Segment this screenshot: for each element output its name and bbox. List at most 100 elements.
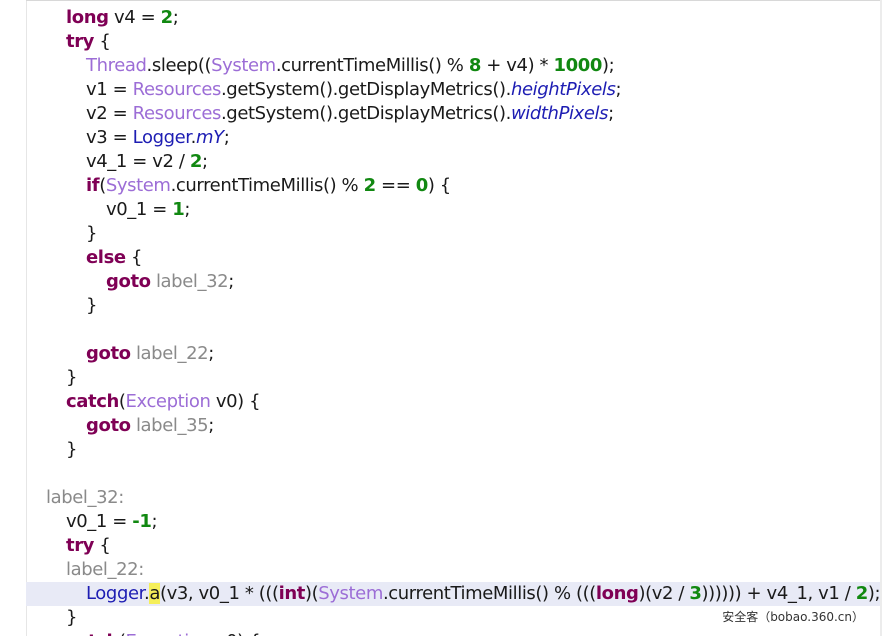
code-token: Logger — [132, 127, 191, 148]
code-token: 2 — [363, 175, 377, 196]
code-token: v4 = — [108, 7, 161, 28]
code-token: ; — [208, 343, 214, 364]
code-token: goto — [86, 415, 131, 436]
code-line[interactable]: try { — [66, 534, 111, 558]
code-token: v0) { — [211, 631, 261, 636]
code-line[interactable]: else { — [86, 246, 142, 270]
code-token: ; — [151, 511, 158, 532]
code-token: v0_1 = — [106, 199, 173, 220]
code-line[interactable]: } — [66, 366, 77, 390]
code-token: ; — [228, 271, 234, 292]
code-token: 1 — [172, 199, 185, 220]
editor-gutter[interactable] — [0, 0, 27, 636]
code-token: Exception — [125, 391, 211, 412]
code-token: )( — [305, 583, 319, 604]
code-token: 1000 — [553, 55, 602, 76]
code-token: v3 = — [86, 127, 133, 148]
watermark: 安全客（bobao.360.cn） — [718, 607, 868, 626]
code-token: long — [66, 7, 109, 28]
code-line[interactable]: long v4 = 2; — [66, 6, 179, 30]
code-token: + v4) * — [480, 55, 554, 76]
code-line[interactable]: goto label_35; — [86, 414, 214, 438]
code-token: ( — [118, 391, 126, 412]
code-token: Resources — [132, 79, 222, 100]
code-line[interactable]: v2 = Resources.getSystem().getDisplayMet… — [86, 102, 614, 126]
code-token: ) { — [427, 175, 451, 196]
code-line[interactable]: v0_1 = -1; — [66, 510, 158, 534]
code-token: goto — [106, 271, 151, 292]
code-token: ; — [172, 7, 179, 28]
code-token: 3 — [689, 583, 702, 604]
code-token: .getSystem().getDisplayMetrics(). — [220, 103, 511, 124]
code-line[interactable]: Logger.a(v3, v0_1 * (((int)(System.curre… — [86, 582, 881, 606]
code-token: heightPixels — [510, 79, 616, 100]
code-line[interactable]: catch(Exception v0) { — [66, 630, 261, 636]
code-token: v0) { — [210, 391, 261, 412]
code-token: ; — [202, 151, 208, 172]
code-token: widthPixels — [510, 103, 609, 124]
code-line[interactable]: } — [66, 438, 77, 462]
code-token: 2 — [855, 583, 869, 604]
code-token: catch — [66, 391, 119, 412]
code-token: .currentTimeMillis() % — [170, 175, 364, 196]
code-token: try — [66, 31, 95, 52]
code-token: { — [94, 31, 111, 52]
code-token: Logger — [86, 583, 144, 604]
code-token: System — [318, 583, 383, 604]
code-token: )))))) + v4_1, v1 / — [701, 583, 856, 604]
code-line[interactable]: Thread.sleep((System.currentTimeMillis()… — [86, 54, 615, 78]
code-token: System — [105, 175, 171, 196]
code-editor[interactable]: long v4 = 2; try {Thread.sleep((System.cu… — [0, 0, 882, 636]
code-line[interactable]: goto label_22; — [86, 342, 214, 366]
code-line[interactable]: v3 = Logger.mY; — [86, 126, 230, 150]
code-token: } — [66, 367, 78, 388]
code-token: int — [278, 583, 306, 604]
code-token: == — [375, 175, 416, 196]
code-line[interactable]: } — [86, 222, 97, 246]
code-token: v2 = — [86, 103, 133, 124]
code-line[interactable]: v4_1 = v2 / 2; — [86, 150, 208, 174]
code-token: .currentTimeMillis() % — [275, 55, 469, 76]
code-token: System — [211, 55, 276, 76]
code-token: )(v2 / — [638, 583, 690, 604]
code-token: .getSystem().getDisplayMetrics(). — [220, 79, 511, 100]
code-token: ( — [99, 175, 106, 196]
code-line[interactable]: goto label_32; — [106, 270, 234, 294]
code-token: goto — [86, 343, 131, 364]
code-line[interactable]: v0_1 = 1; — [106, 198, 190, 222]
code-token: label_22: — [66, 559, 144, 580]
code-token: v1 = — [86, 79, 133, 100]
code-token: ( — [119, 631, 126, 636]
code-token: Exception — [126, 631, 211, 636]
code-token: { — [125, 247, 143, 268]
code-token: { — [94, 535, 111, 556]
code-token: ; — [608, 103, 614, 124]
code-token: ; — [184, 199, 191, 220]
code-token: ); — [601, 55, 615, 76]
code-token: 0 — [415, 175, 429, 196]
code-token: -1 — [132, 511, 152, 532]
code-token: catch — [66, 631, 119, 636]
code-token: ; — [223, 127, 230, 148]
code-token: 8 — [468, 55, 482, 76]
code-token: label_32 — [155, 271, 229, 292]
code-token: ; — [208, 415, 214, 436]
code-line[interactable]: if(System.currentTimeMillis() % 2 == 0) … — [86, 174, 451, 198]
code-token: 2 — [189, 151, 203, 172]
code-token: } — [66, 439, 78, 460]
code-line[interactable]: label_22: — [66, 558, 144, 582]
code-line[interactable]: } — [86, 294, 97, 318]
code-token: v4_1 = v2 / — [86, 151, 190, 172]
code-line[interactable]: catch(Exception v0) { — [66, 390, 261, 414]
code-line[interactable]: label_32: — [46, 486, 124, 510]
code-token: mY — [195, 127, 224, 148]
code-token: label_32: — [46, 487, 124, 508]
code-line[interactable]: v1 = Resources.getSystem().getDisplayMet… — [86, 78, 622, 102]
editor-top-border — [26, 0, 882, 1]
code-line[interactable]: try { — [66, 30, 111, 54]
code-token: if — [86, 175, 100, 196]
code-token: (v3, v0_1 * ((( — [159, 583, 279, 604]
code-token: label_22 — [135, 343, 209, 364]
code-line[interactable]: } — [66, 606, 77, 630]
code-token: Resources — [132, 103, 222, 124]
